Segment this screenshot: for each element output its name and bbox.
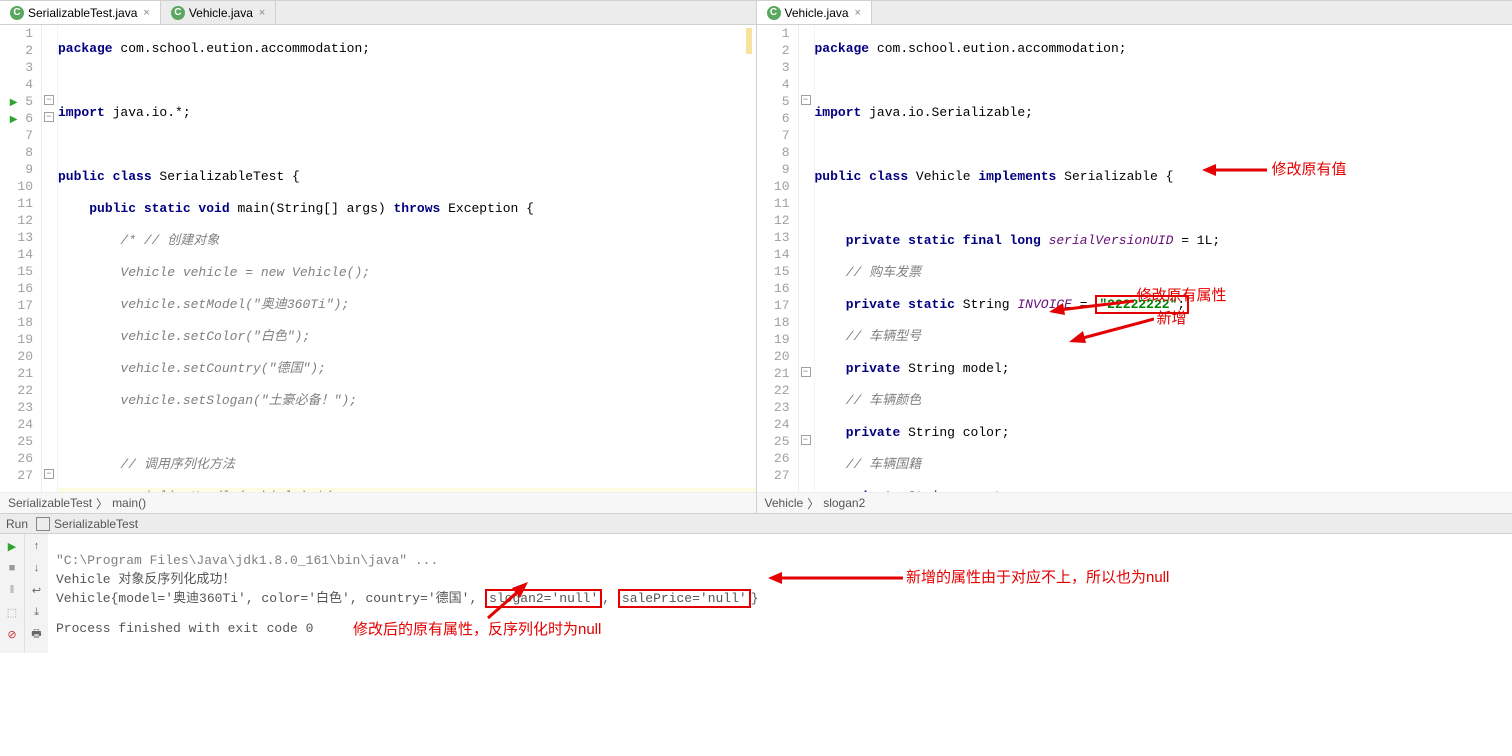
right-breadcrumb[interactable]: Vehicle 〉 slogan2 <box>757 492 1512 513</box>
right-editor-pane: C Vehicle.java × 1234 5678 9101112 13141… <box>757 1 1512 513</box>
java-class-icon: C <box>171 6 185 20</box>
print-button[interactable]: 🖶 <box>29 626 45 642</box>
tab-label: Vehicle.java <box>785 6 849 20</box>
fold-icon[interactable]: − <box>44 112 54 122</box>
breadcrumb-item: Vehicle <box>765 496 804 510</box>
annotation-modify-value: 修改原有值 <box>1272 158 1347 179</box>
annotation-new-null: 新增的属性由于对应不上，所以也为null <box>906 566 1169 587</box>
dump-button[interactable]: ⬚ <box>4 604 20 620</box>
marker-stripe <box>746 28 752 54</box>
java-class-icon: C <box>10 6 24 20</box>
left-code-lines: package com.school.eution.accommodation;… <box>58 25 756 492</box>
fold-icon[interactable]: − <box>801 95 811 105</box>
chevron-right-icon: 〉 <box>807 495 819 512</box>
java-class-icon: C <box>767 6 781 20</box>
up-button[interactable]: ↑ <box>29 538 45 554</box>
tab-label: Vehicle.java <box>189 6 253 20</box>
scroll-end-button[interactable]: ⤓ <box>29 604 45 620</box>
run-config-name[interactable]: SerializableTest <box>54 517 138 531</box>
left-fold-column: − − − <box>42 25 58 492</box>
close-icon[interactable]: × <box>259 7 265 19</box>
left-editor-pane: C SerializableTest.java × C Vehicle.java… <box>0 1 757 513</box>
tab-vehicle-right[interactable]: C Vehicle.java × <box>757 1 872 24</box>
left-gutter: 1234 ▶ 5▶ 6 78910 11121314 15161718 1920… <box>0 25 42 492</box>
right-code-area[interactable]: 1234 5678 9101112 13141516 17181920 2122… <box>757 25 1512 492</box>
fold-icon[interactable]: − <box>801 435 811 445</box>
tab-vehicle-left[interactable]: C Vehicle.java × <box>161 1 276 24</box>
console-line: "C:\Program Files\Java\jdk1.8.0_161\bin\… <box>56 553 438 568</box>
run-toolbar: Run SerializableTest <box>0 513 1512 533</box>
arrow-icon <box>768 569 903 587</box>
right-gutter: 1234 5678 9101112 13141516 17181920 2122… <box>757 25 799 492</box>
console-line: Vehicle 对象反序列化成功！ <box>56 572 235 587</box>
left-breadcrumb[interactable]: SerializableTest 〉 main() <box>0 492 756 513</box>
console-line: Process finished with exit code 0 <box>56 621 313 636</box>
rerun-button[interactable]: ▶ <box>4 538 20 554</box>
stop-button[interactable]: ■ <box>4 560 20 576</box>
close-icon[interactable]: × <box>855 7 861 19</box>
left-tabs: C SerializableTest.java × C Vehicle.java… <box>0 1 756 25</box>
soft-wrap-button[interactable]: ↩ <box>29 582 45 598</box>
run-config-icon <box>36 517 50 531</box>
close-icon[interactable]: × <box>143 7 149 19</box>
annotation-modify-attr: 修改原有属性 <box>1137 284 1227 305</box>
right-fold-column: − − − <box>799 25 815 492</box>
console-panel: ▶ ■ ‖ ⬚ ⊘ ↑ ↓ ↩ ⤓ 🖶 "C:\Program Files\Ja… <box>0 533 1512 653</box>
fold-icon[interactable]: − <box>801 367 811 377</box>
right-tabs: C Vehicle.java × <box>757 1 1512 25</box>
down-button[interactable]: ↓ <box>29 560 45 576</box>
breadcrumb-item: slogan2 <box>823 496 865 510</box>
breadcrumb-item: main() <box>112 496 146 510</box>
exit-button[interactable]: ⊘ <box>4 626 20 642</box>
console-output[interactable]: "C:\Program Files\Java\jdk1.8.0_161\bin\… <box>48 534 1512 653</box>
fold-icon[interactable]: − <box>44 469 54 479</box>
annotation-modified-null: 修改后的原有属性，反序列化时为null <box>353 618 601 639</box>
tab-label: SerializableTest.java <box>28 6 137 20</box>
right-code-lines: package com.school.eution.accommodation;… <box>815 25 1512 492</box>
console-tools-left: ▶ ■ ‖ ⬚ ⊘ <box>0 534 24 653</box>
breadcrumb-item: SerializableTest <box>8 496 92 510</box>
fold-icon[interactable]: − <box>44 95 54 105</box>
annotation-new: 新增 <box>1157 307 1187 328</box>
pause-button[interactable]: ‖ <box>4 582 20 598</box>
run-tab-label[interactable]: Run <box>6 517 28 531</box>
tab-serializabletest[interactable]: C SerializableTest.java × <box>0 1 161 24</box>
chevron-right-icon: 〉 <box>96 495 108 512</box>
console-tools-right: ↑ ↓ ↩ ⤓ 🖶 <box>24 534 48 653</box>
left-code-area[interactable]: 1234 ▶ 5▶ 6 78910 11121314 15161718 1920… <box>0 25 756 492</box>
console-line: Vehicle{model='奥迪360Ti', color='白色', cou… <box>56 589 759 608</box>
